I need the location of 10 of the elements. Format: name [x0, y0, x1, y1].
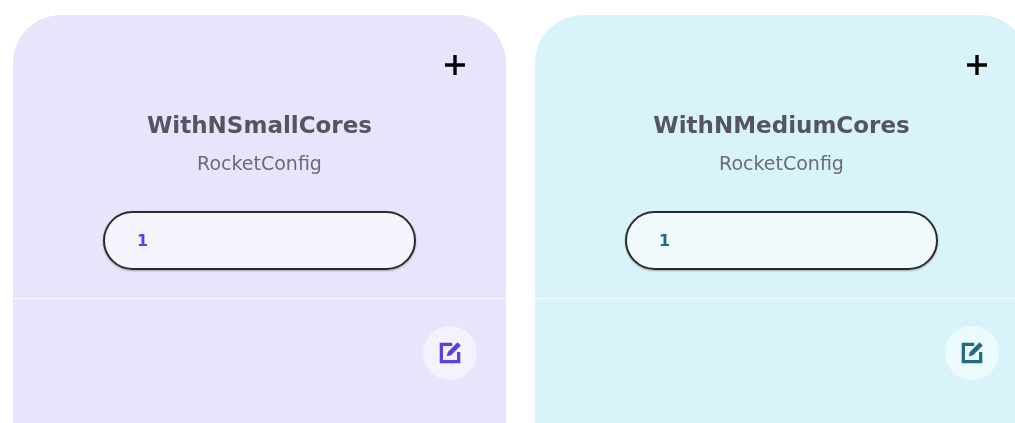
- edit-icon: [437, 340, 463, 366]
- edit-icon: [959, 340, 985, 366]
- plus-icon[interactable]: [444, 54, 466, 76]
- input-field[interactable]: 1: [625, 211, 938, 270]
- card-subtitle: RocketConfig: [719, 152, 844, 174]
- card-subtitle: RocketConfig: [197, 152, 322, 174]
- card-title: WithNMediumCores: [653, 112, 910, 138]
- card-title: WithNSmallCores: [147, 112, 372, 138]
- input-field[interactable]: 1: [103, 211, 416, 270]
- plus-icon[interactable]: [966, 54, 988, 76]
